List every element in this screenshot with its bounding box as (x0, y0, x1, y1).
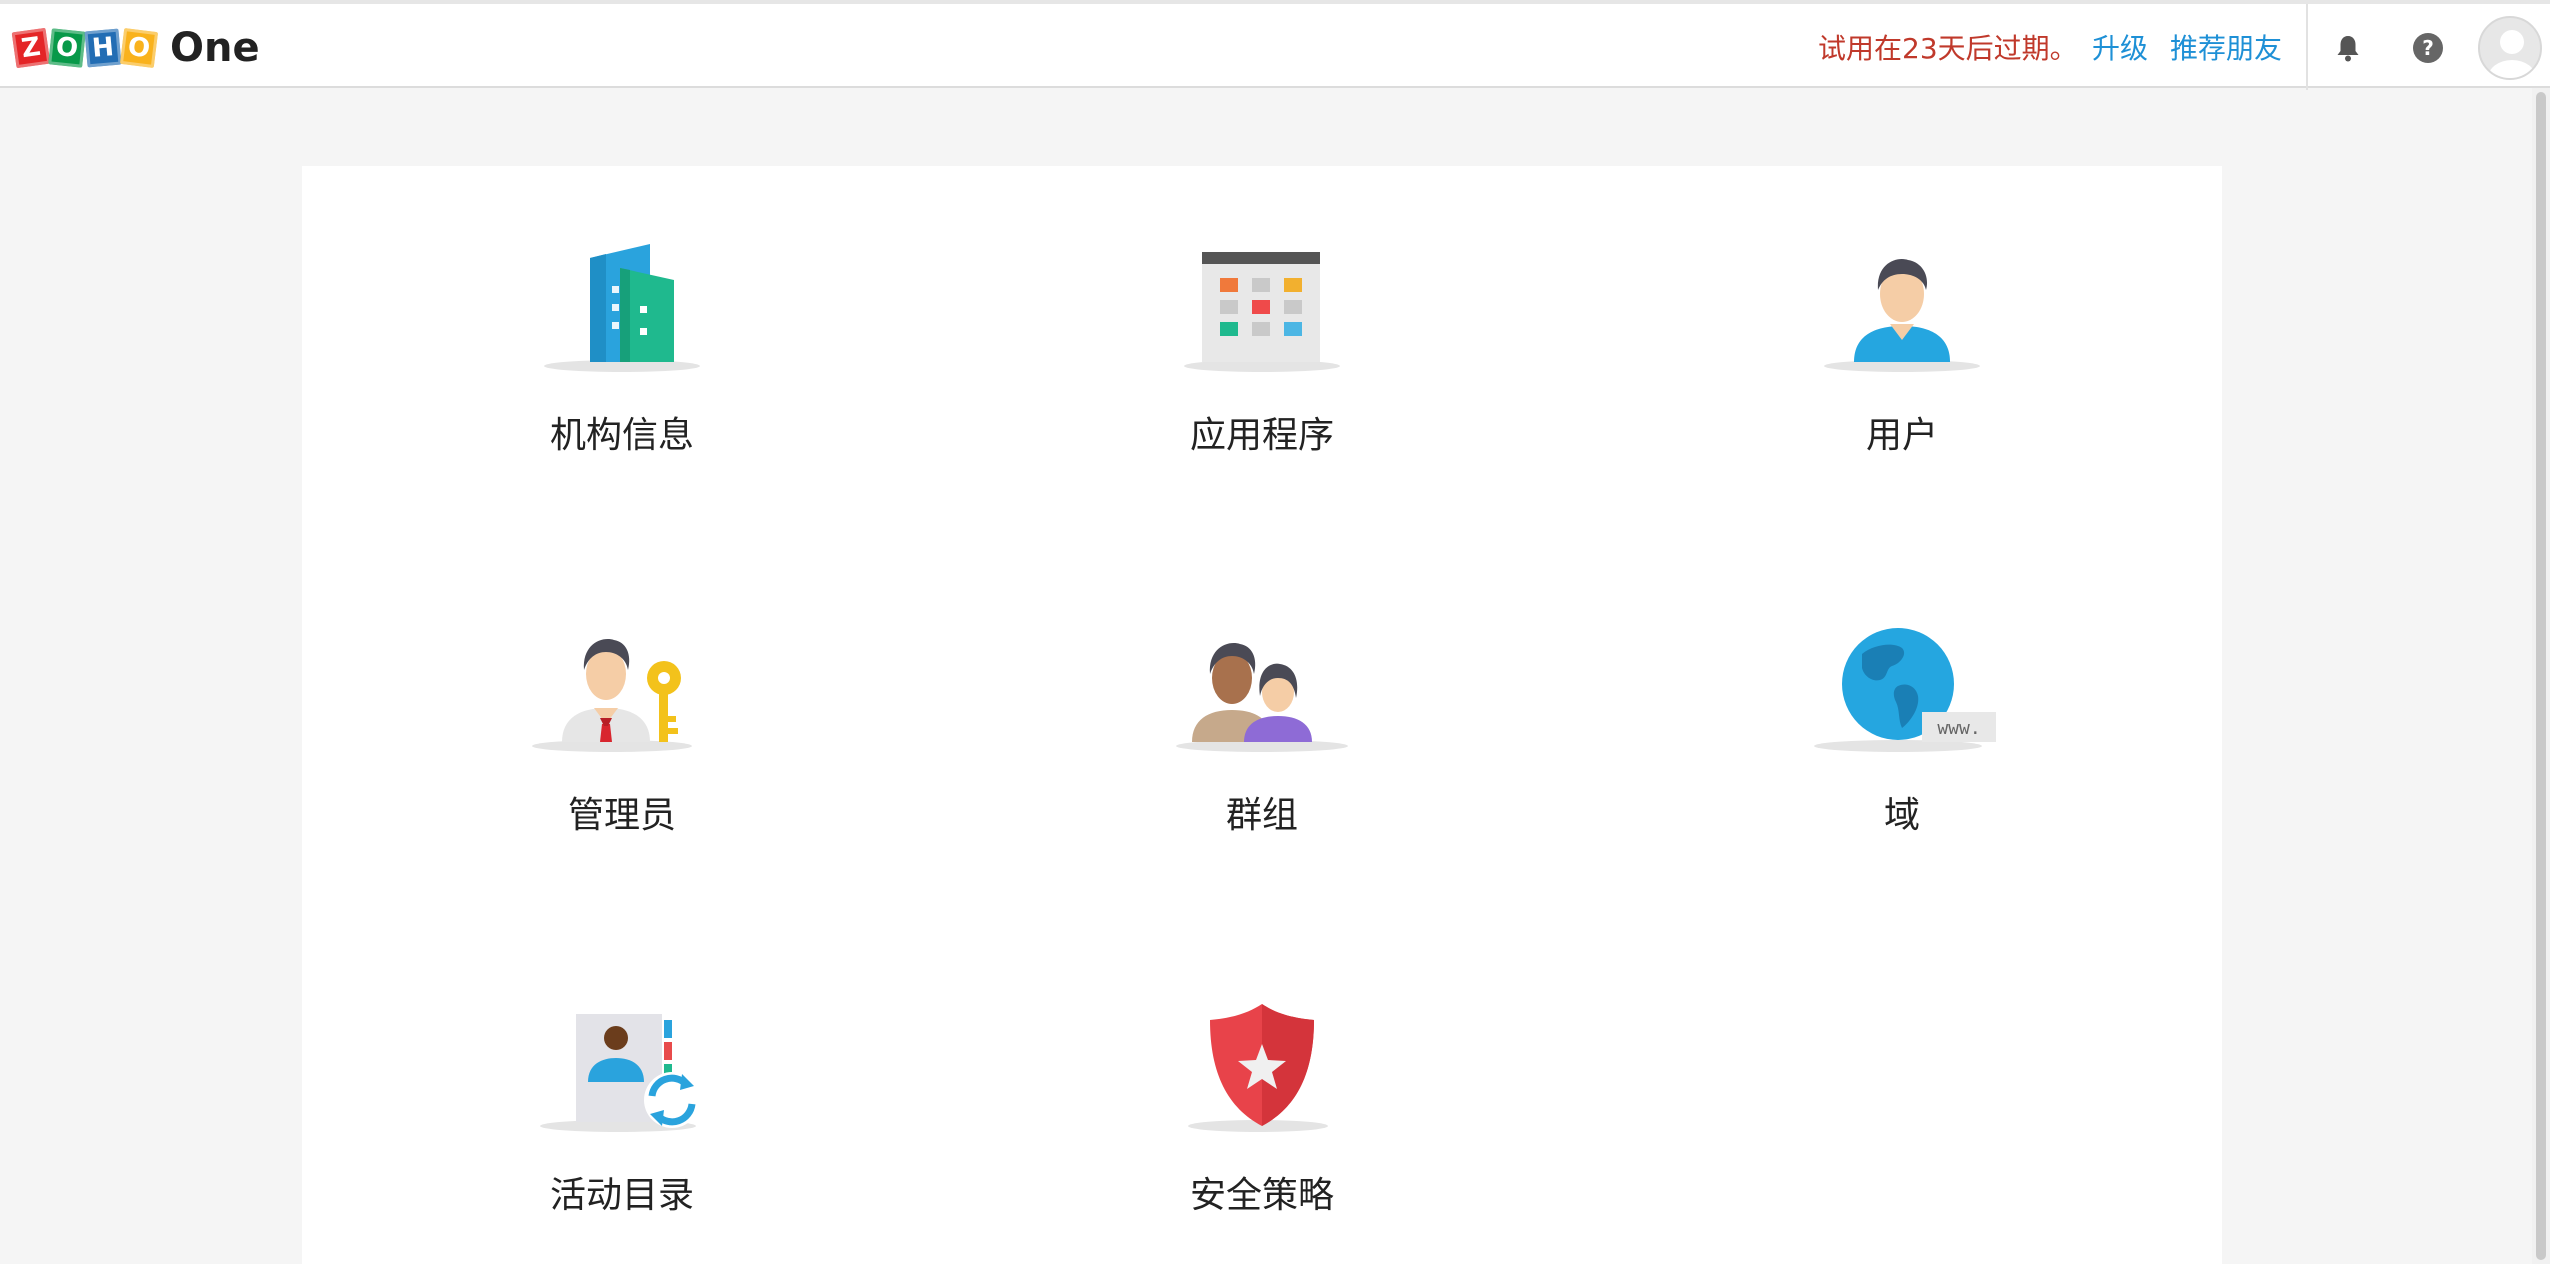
user-avatar[interactable] (2478, 16, 2542, 80)
refer-friend-link[interactable]: 推荐朋友 (2170, 32, 2282, 66)
active-directory-icon (540, 1014, 700, 1132)
organization-icon (544, 244, 700, 372)
tile-security-policies[interactable]: 安全策略 (942, 926, 1582, 1226)
tile-active-directory[interactable]: 活动目录 (302, 926, 942, 1226)
trial-expiry-message: 试用在23天后过期。 (1818, 32, 2078, 65)
logo-tile-o2: O (119, 28, 159, 68)
header-divider (2306, 4, 2308, 90)
help-icon: ? (2413, 33, 2443, 63)
user-icon (1824, 259, 1980, 372)
tile-domains[interactable]: www. 域 (1582, 546, 2222, 846)
tile-label-active-directory: 活动目录 (549, 1175, 694, 1216)
svg-text:?: ? (2422, 36, 2434, 60)
groups-icon (1176, 643, 1348, 752)
scrollbar-thumb[interactable] (2536, 92, 2546, 1260)
page-scrollbar[interactable] (2532, 88, 2550, 1264)
avatar-icon (2488, 30, 2536, 78)
domain-www-badge: www. (1937, 718, 1980, 739)
tile-label-users: 用户 (1865, 415, 1938, 456)
logo-tile-z: Z (11, 27, 51, 69)
zoho-one-logo[interactable]: Z O H O One (11, 22, 260, 74)
zoho-logo-tiles: Z O H O (11, 27, 159, 69)
tile-label-organization: 机构信息 (549, 415, 694, 456)
tile-label-security-policies: 安全策略 (1189, 1175, 1334, 1216)
notifications-button[interactable] (2330, 30, 2366, 66)
tile-label-applications: 应用程序 (1189, 415, 1334, 456)
top-header: Z O H O One 试用在23天后过期。 升级 推荐朋友 ? (0, 0, 2550, 90)
domain-globe-icon: www. (1814, 628, 1996, 752)
tile-users[interactable]: 用户 (1582, 166, 2222, 466)
tile-label-groups: 群组 (1225, 795, 1298, 836)
upgrade-link[interactable]: 升级 (2092, 32, 2148, 66)
tile-applications[interactable]: 应用程序 (942, 166, 1582, 466)
settings-card: 机构信息 应用程序 用户 管理员 群组 www. 域 活动目录 安全策略 (302, 166, 2222, 1264)
security-shield-icon (1188, 1004, 1328, 1132)
product-name: One (170, 25, 260, 71)
admin-icon (532, 639, 692, 752)
tile-admins[interactable]: 管理员 (302, 546, 942, 846)
tile-label-domains: 域 (1883, 795, 1920, 836)
tile-groups[interactable]: 群组 (942, 546, 1582, 846)
logo-tile-o: O (48, 28, 86, 68)
applications-icon (1184, 252, 1340, 372)
logo-tile-h: H (84, 28, 122, 68)
tile-label-admins: 管理员 (567, 795, 676, 836)
help-button[interactable]: ? (2410, 30, 2446, 66)
tile-organization[interactable]: 机构信息 (302, 166, 942, 466)
bell-icon (2337, 36, 2359, 62)
